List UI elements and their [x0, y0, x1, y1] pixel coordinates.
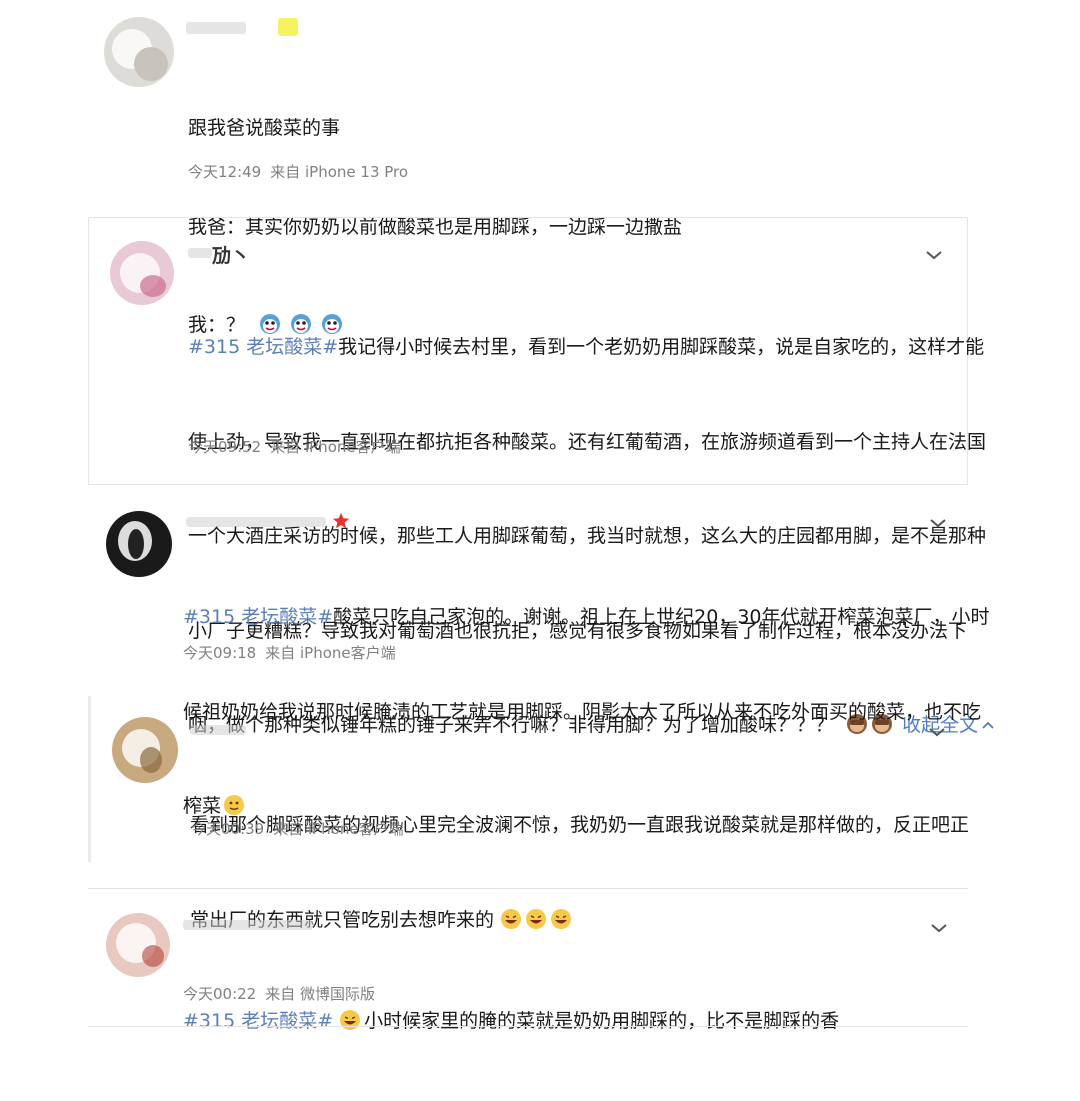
source-label: 来自 iPhone 13 Pro — [270, 163, 409, 181]
timestamp: 今天00:39 — [191, 820, 265, 838]
avatar[interactable] — [110, 241, 174, 305]
post-5: #315 老坛酸菜# 小时候家里的腌的菜就是奶奶用脚踩的，比不是脚踩的香 今天00… — [0, 889, 1080, 1032]
divider — [88, 1026, 968, 1027]
chevron-down-icon[interactable] — [927, 725, 947, 739]
source-label: 来自 iPhone客户端 — [273, 820, 404, 838]
avatar[interactable] — [106, 511, 172, 577]
post-2: 劢丶 #315 老坛酸菜#我记得小时候去村里，看到一个老奶奶用脚踩酸菜，说是自家… — [0, 217, 1080, 736]
post-meta: 今天09:18 来自 iPhone客户端 — [183, 642, 396, 663]
chevron-down-icon[interactable] — [924, 248, 944, 262]
author-name[interactable] — [190, 718, 270, 742]
post-meta: 今天00:22 来自 微博国际版 — [183, 983, 375, 1004]
timestamp: 今天09:52 — [188, 438, 262, 456]
post-meta: 今天09:52 来自 iPhone客户端 — [188, 436, 401, 457]
post-text: #315 老坛酸菜# 小时候家里的腌的菜就是奶奶用脚踩的，比不是脚踩的香 — [183, 1010, 840, 1032]
hashtag-link[interactable]: #315 老坛酸菜# — [188, 336, 338, 358]
chevron-down-icon[interactable] — [929, 921, 949, 935]
avatar[interactable] — [106, 913, 170, 977]
timestamp: 今天12:49 — [188, 163, 262, 181]
text-line: 跟我爸说酸菜的事 — [188, 117, 341, 139]
post-meta: 今天12:49 来自 iPhone 13 Pro — [188, 161, 408, 182]
source-label: 来自 iPhone客户端 — [265, 644, 396, 662]
author-name[interactable] — [186, 510, 356, 534]
post-1: 跟我爸说酸菜的事 我爸：其实你奶奶以前做酸菜也是用脚踩，一边踩一边撒盐 我：？ … — [0, 0, 1080, 336]
timestamp: 今天09:18 — [183, 644, 257, 662]
avatar[interactable] — [112, 717, 178, 783]
laughing-emoji — [340, 1010, 361, 1030]
author-name[interactable] — [183, 913, 343, 937]
source-label: 来自 微博国际版 — [265, 985, 376, 1003]
post-4: 看到那个脚踩酸菜的视频心里完全波澜不惊，我奶奶一直跟我说酸菜就是那样做的，反正吧… — [0, 700, 1080, 931]
source-label: 来自 iPhone客户端 — [270, 438, 401, 456]
author-name[interactable]: 劢丶 — [188, 241, 268, 265]
hashtag-link[interactable]: #315 老坛酸菜# — [183, 606, 333, 628]
avatar[interactable] — [104, 17, 174, 87]
author-name[interactable] — [186, 16, 306, 40]
post-meta: 今天00:39 来自 iPhone客户端 — [191, 818, 404, 839]
star-icon — [332, 512, 350, 529]
post-3: #315 老坛酸菜#酸菜只吃自己家泡的。谢谢。祖上在上世纪20，30年代就开榨菜… — [0, 485, 1080, 817]
hashtag-link[interactable]: #315 老坛酸菜# — [183, 1010, 333, 1032]
chevron-down-icon[interactable] — [928, 516, 948, 530]
timestamp: 今天00:22 — [183, 985, 257, 1003]
